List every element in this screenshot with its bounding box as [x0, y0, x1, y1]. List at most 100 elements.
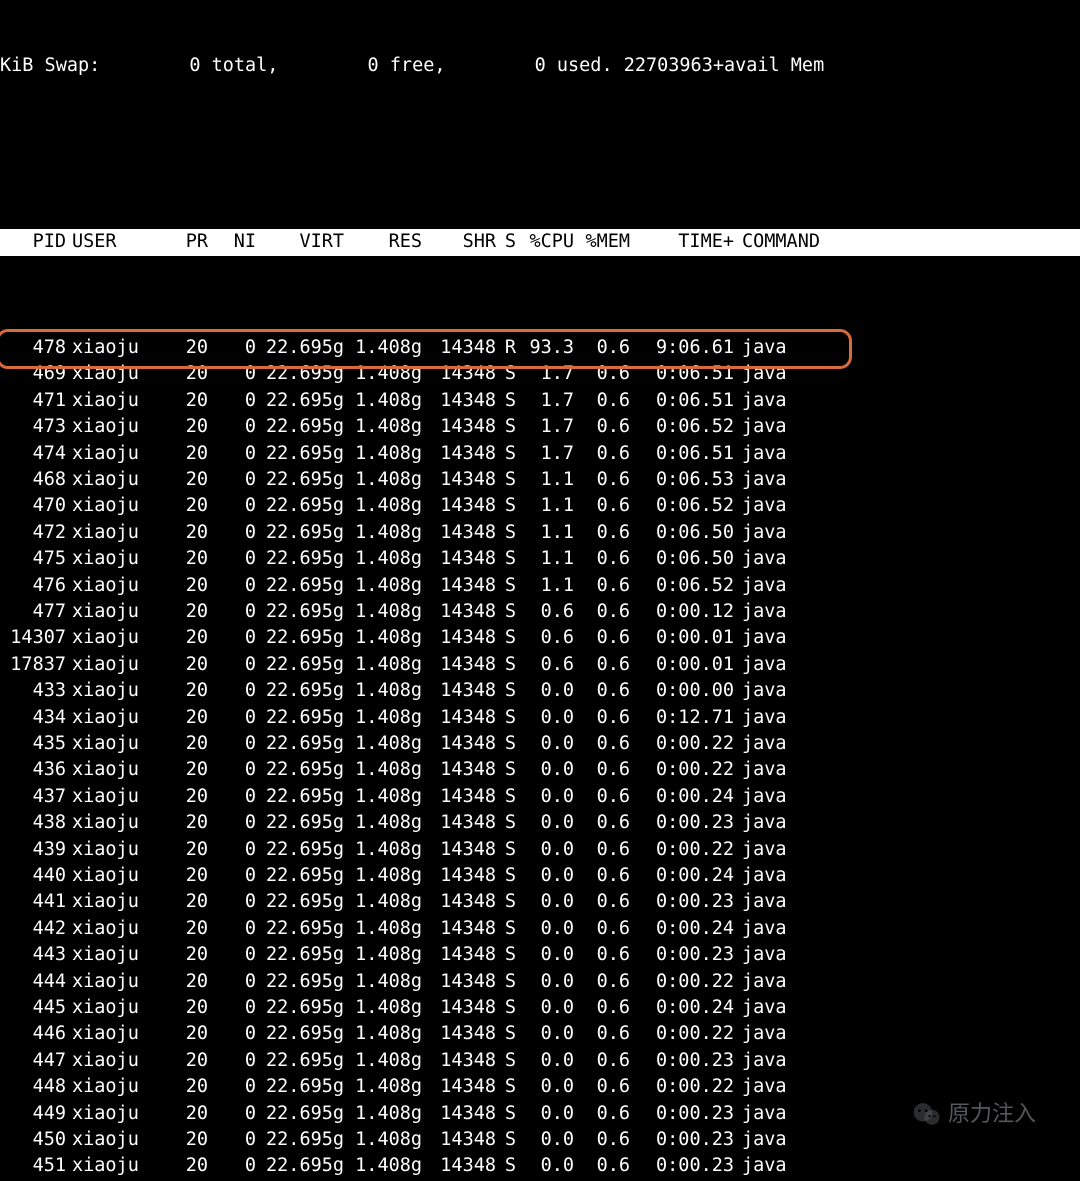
cell-virt: 22.695g — [256, 573, 344, 599]
cell-cpu: 0.0 — [516, 731, 574, 757]
cell-pid: 440 — [0, 863, 66, 889]
cell-pid: 471 — [0, 388, 66, 414]
cell-mem: 0.6 — [574, 1127, 630, 1153]
cell-ni: 0 — [208, 441, 256, 467]
process-row: 474xiaoju20022.695g1.408g14348S1.70.60:0… — [0, 441, 1080, 467]
cell-pid: 14307 — [0, 625, 66, 651]
cell-user: xiaoju — [66, 1048, 152, 1074]
cell-mem: 0.6 — [574, 705, 630, 731]
cell-user: xiaoju — [66, 995, 152, 1021]
cell-cpu: 0.0 — [516, 889, 574, 915]
cell-ni: 0 — [208, 467, 256, 493]
cell-user: xiaoju — [66, 335, 152, 361]
cell-ni: 0 — [208, 995, 256, 1021]
cell-mem: 0.6 — [574, 361, 630, 387]
cell-ni: 0 — [208, 546, 256, 572]
cell-pr: 20 — [152, 1048, 208, 1074]
cell-user: xiaoju — [66, 1153, 152, 1179]
cell-virt: 22.695g — [256, 546, 344, 572]
cell-time: 0:06.50 — [630, 546, 734, 572]
watermark: 原力注入 — [912, 1101, 1036, 1127]
cell-user: xiaoju — [66, 388, 152, 414]
cell-time: 0:00.22 — [630, 837, 734, 863]
cell-shr: 14348 — [422, 863, 496, 889]
cell-res: 1.408g — [344, 916, 422, 942]
cell-mem: 0.6 — [574, 520, 630, 546]
cell-time: 0:06.50 — [630, 520, 734, 546]
cell-cpu: 1.1 — [516, 493, 574, 519]
cell-pr: 20 — [152, 810, 208, 836]
process-row: 478xiaoju20022.695g1.408g14348R93.30.69:… — [0, 335, 1080, 361]
cell-pr: 20 — [152, 1021, 208, 1047]
process-row: 440xiaoju20022.695g1.408g14348S0.00.60:0… — [0, 863, 1080, 889]
cell-res: 1.408g — [344, 1127, 422, 1153]
cell-cmd: java — [734, 837, 787, 863]
cell-cmd: java — [734, 678, 787, 704]
cell-pid: 434 — [0, 705, 66, 731]
col-pid: PID — [0, 229, 66, 255]
cell-ni: 0 — [208, 889, 256, 915]
process-table-header: PID USER PR NI VIRT RES SHR S %CPU %MEM … — [0, 229, 1080, 255]
cell-res: 1.408g — [344, 1101, 422, 1127]
cell-user: xiaoju — [66, 493, 152, 519]
cell-ni: 0 — [208, 1153, 256, 1179]
cell-shr: 14348 — [422, 1127, 496, 1153]
process-row: 435xiaoju20022.695g1.408g14348S0.00.60:0… — [0, 731, 1080, 757]
cell-virt: 22.695g — [256, 837, 344, 863]
cell-virt: 22.695g — [256, 705, 344, 731]
cell-cmd: java — [734, 441, 787, 467]
cell-s: S — [496, 1101, 516, 1127]
cell-ni: 0 — [208, 1074, 256, 1100]
cell-user: xiaoju — [66, 1101, 152, 1127]
cell-res: 1.408g — [344, 942, 422, 968]
cell-time: 0:06.53 — [630, 467, 734, 493]
cell-pr: 20 — [152, 757, 208, 783]
cell-time: 0:00.23 — [630, 889, 734, 915]
process-row: 475xiaoju20022.695g1.408g14348S1.10.60:0… — [0, 546, 1080, 572]
cell-s: S — [496, 837, 516, 863]
cell-virt: 22.695g — [256, 995, 344, 1021]
cell-time: 9:06.61 — [630, 335, 734, 361]
cell-shr: 14348 — [422, 573, 496, 599]
col-time: TIME+ — [630, 229, 734, 255]
cell-ni: 0 — [208, 784, 256, 810]
cell-pid: 433 — [0, 678, 66, 704]
cell-shr: 14348 — [422, 969, 496, 995]
cell-s: S — [496, 678, 516, 704]
process-table-body: 478xiaoju20022.695g1.408g14348R93.30.69:… — [0, 335, 1080, 1181]
cell-time: 0:00.23 — [630, 810, 734, 836]
cell-pid: 474 — [0, 441, 66, 467]
cell-pid: 439 — [0, 837, 66, 863]
cell-time: 0:00.23 — [630, 1127, 734, 1153]
cell-cmd: java — [734, 1048, 787, 1074]
process-row: 447xiaoju20022.695g1.408g14348S0.00.60:0… — [0, 1048, 1080, 1074]
cell-virt: 22.695g — [256, 731, 344, 757]
cell-s: S — [496, 784, 516, 810]
cell-shr: 14348 — [422, 361, 496, 387]
cell-time: 0:00.00 — [630, 678, 734, 704]
process-row: 473xiaoju20022.695g1.408g14348S1.70.60:0… — [0, 414, 1080, 440]
cell-mem: 0.6 — [574, 889, 630, 915]
cell-user: xiaoju — [66, 705, 152, 731]
col-pr: PR — [152, 229, 208, 255]
cell-virt: 22.695g — [256, 414, 344, 440]
cell-pid: 450 — [0, 1127, 66, 1153]
cell-s: S — [496, 493, 516, 519]
cell-virt: 22.695g — [256, 863, 344, 889]
process-row: 442xiaoju20022.695g1.408g14348S0.00.60:0… — [0, 916, 1080, 942]
process-row: 445xiaoju20022.695g1.408g14348S0.00.60:0… — [0, 995, 1080, 1021]
cell-ni: 0 — [208, 599, 256, 625]
cell-res: 1.408g — [344, 361, 422, 387]
cell-pr: 20 — [152, 995, 208, 1021]
cell-cmd: java — [734, 520, 787, 546]
cell-res: 1.408g — [344, 1153, 422, 1179]
process-row: 17837xiaoju20022.695g1.408g14348S0.60.60… — [0, 652, 1080, 678]
cell-s: S — [496, 467, 516, 493]
cell-virt: 22.695g — [256, 1074, 344, 1100]
cell-shr: 14348 — [422, 625, 496, 651]
cell-mem: 0.6 — [574, 441, 630, 467]
col-ni: NI — [208, 229, 256, 255]
cell-res: 1.408g — [344, 837, 422, 863]
cell-res: 1.408g — [344, 467, 422, 493]
cell-pid: 478 — [0, 335, 66, 361]
